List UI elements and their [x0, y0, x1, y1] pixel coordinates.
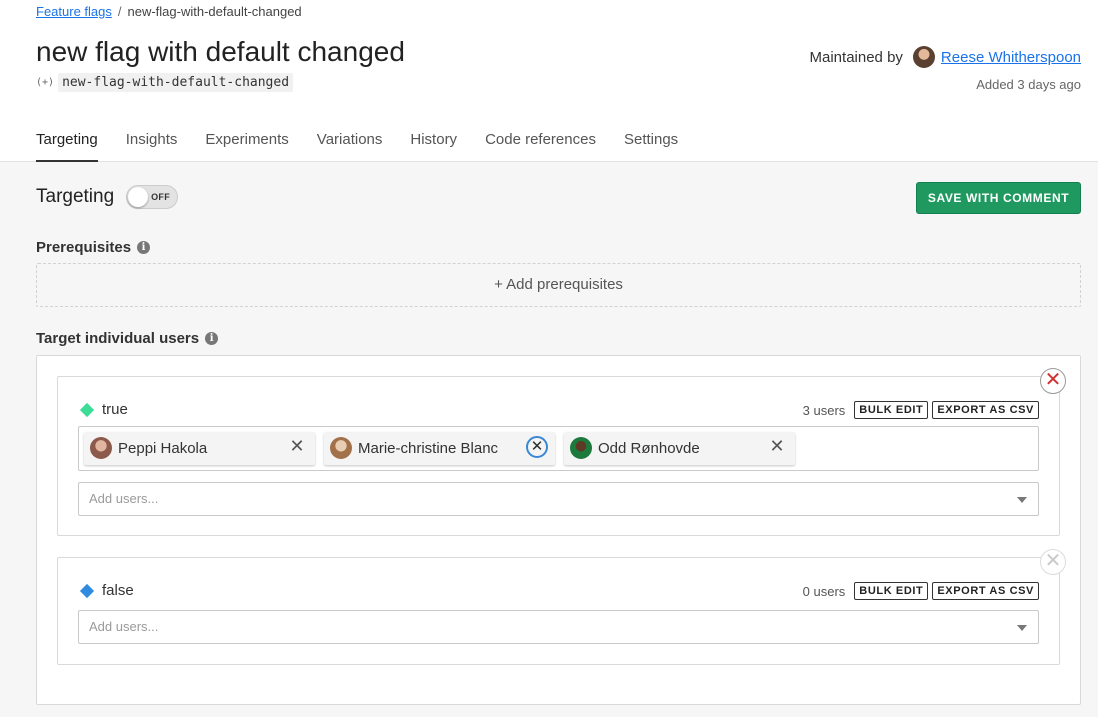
export-csv-button[interactable]: EXPORT AS CSV — [932, 401, 1039, 419]
prerequisites-info-icon[interactable]: i — [137, 241, 151, 254]
variation-card-true: true 3 users BULK EDIT EXPORT AS CSV Pep… — [57, 376, 1060, 536]
chevron-down-icon[interactable] — [1017, 625, 1027, 631]
remove-user-icon[interactable]: ✕ — [766, 435, 788, 457]
target-individual-users-text: Target individual users — [36, 330, 200, 347]
variation-label: true — [102, 401, 128, 418]
user-avatar — [330, 437, 352, 459]
remove-variation-true-icon[interactable]: ✕ — [1040, 368, 1066, 394]
variation-diamond-icon — [79, 583, 95, 598]
user-chip-name: Marie-christine Blanc — [358, 440, 499, 457]
add-users-select — [78, 610, 1039, 644]
add-users-input[interactable] — [89, 483, 989, 513]
export-csv-button[interactable]: EXPORT AS CSV — [932, 582, 1039, 600]
flag-tabs: Targeting Insights Experiments Variation… — [36, 120, 678, 162]
user-chip-name: Odd Rønhovde — [598, 440, 700, 457]
tab-history[interactable]: History — [410, 120, 457, 162]
tab-variations[interactable]: Variations — [317, 120, 383, 162]
maintainer-info: Maintained by Reese Whitherspoon — [810, 46, 1081, 68]
user-chip-name: Peppi Hakola — [118, 440, 208, 457]
user-chip: Odd Rønhovde ✕ — [564, 432, 795, 465]
added-date: Added 3 days ago — [976, 77, 1081, 92]
target-users-info-icon[interactable]: i — [205, 332, 219, 345]
page-title: new flag with default changed — [36, 36, 405, 67]
maintainer-avatar — [912, 46, 935, 68]
variation-name-true: true — [79, 401, 128, 418]
targeting-content: Targeting OFF SAVE WITH COMMENT Prerequi… — [0, 162, 1098, 717]
variation-name-false: false — [79, 582, 134, 599]
variation-controls: 0 users BULK EDIT EXPORT AS CSV — [803, 582, 1039, 600]
targeting-toggle[interactable]: OFF — [126, 185, 178, 209]
add-users-input[interactable] — [89, 611, 989, 641]
tab-targeting[interactable]: Targeting — [36, 120, 98, 162]
individual-targets-panel: true 3 users BULK EDIT EXPORT AS CSV Pep… — [36, 355, 1081, 705]
prerequisites-label: Prerequisites i — [36, 239, 151, 256]
flag-key[interactable]: new-flag-with-default-changed — [58, 73, 294, 92]
flag-key-icon: (+) — [36, 77, 55, 88]
variation-controls: 3 users BULK EDIT EXPORT AS CSV — [803, 401, 1039, 419]
add-users-select — [78, 482, 1039, 516]
breadcrumb-separator: / — [117, 4, 122, 19]
maintainer-name-link[interactable]: Reese Whitherspoon — [941, 49, 1081, 66]
selected-users-field[interactable]: Peppi Hakola ✕ Marie-christine Blanc ✕ O… — [78, 426, 1039, 471]
remove-user-icon[interactable]: ✕ — [286, 435, 308, 457]
user-chip: Marie-christine Blanc ✕ — [324, 432, 555, 465]
save-with-comment-button[interactable]: SAVE WITH COMMENT — [916, 182, 1081, 214]
tab-insights[interactable]: Insights — [126, 120, 178, 162]
breadcrumb: Feature flags / new-flag-with-default-chan… — [36, 4, 302, 19]
breadcrumb-current: new-flag-with-default-changed — [127, 4, 302, 19]
tab-settings[interactable]: Settings — [624, 120, 678, 162]
variation-label: false — [102, 582, 134, 599]
user-avatar — [570, 437, 592, 459]
remove-variation-false-icon[interactable]: ✕ — [1040, 549, 1066, 575]
bulk-edit-button[interactable]: BULK EDIT — [854, 401, 929, 419]
prerequisites-label-text: Prerequisites — [36, 239, 132, 256]
targeting-heading: Targeting — [36, 186, 115, 207]
remove-user-icon[interactable]: ✕ — [526, 436, 548, 458]
tab-code-references[interactable]: Code references — [485, 120, 596, 162]
breadcrumb-feature-flags-link[interactable]: Feature flags — [36, 4, 112, 19]
page-header: Feature flags / new-flag-with-default-chan… — [0, 0, 1098, 162]
variation-diamond-icon — [79, 402, 95, 417]
flag-key-row: (+) new-flag-with-default-changed — [36, 73, 294, 92]
user-count: 0 users — [802, 583, 846, 599]
chevron-down-icon[interactable] — [1017, 497, 1027, 503]
user-count: 3 users — [802, 402, 846, 418]
bulk-edit-button[interactable]: BULK EDIT — [854, 582, 929, 600]
variation-card-false: false 0 users BULK EDIT EXPORT AS CSV — [57, 557, 1060, 665]
user-chip: Peppi Hakola ✕ — [84, 432, 315, 465]
target-individual-users-label: Target individual users i — [36, 330, 219, 347]
tab-experiments[interactable]: Experiments — [205, 120, 288, 162]
add-prerequisites-button[interactable]: + Add prerequisites — [36, 263, 1081, 307]
toggle-state-label: OFF — [151, 192, 170, 202]
toggle-knob — [128, 187, 148, 207]
maintainer-label: Maintained by — [809, 48, 903, 66]
user-avatar — [90, 437, 112, 459]
